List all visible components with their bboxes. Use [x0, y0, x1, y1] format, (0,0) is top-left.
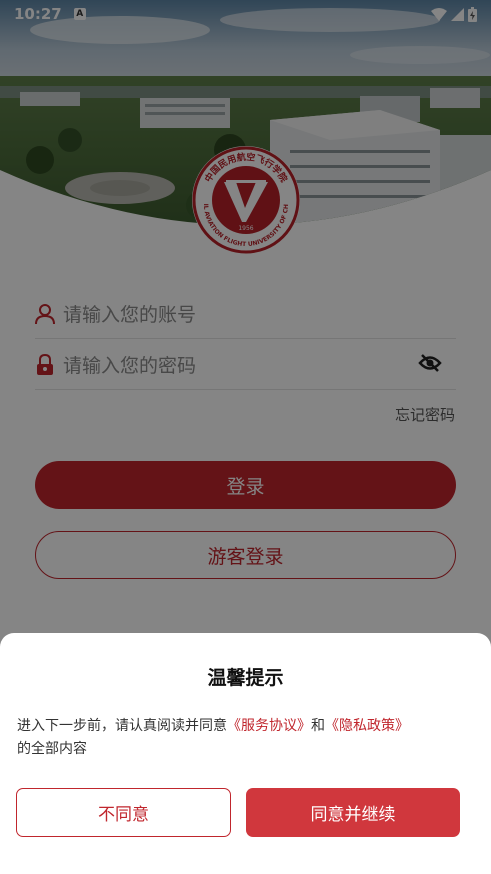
dialog-body-suffix: 的全部内容 [17, 741, 87, 757]
dialog-title: 温馨提示 [207, 667, 284, 689]
service-agreement-link[interactable]: 《服务协议》 [227, 718, 311, 734]
dialog-body-and: 和 [311, 718, 325, 734]
dialog-body-prefix: 进入下一步前，请认真阅读并同意 [17, 718, 227, 734]
dialog-message: 进入下一步前，请认真阅读并同意《服务协议》和《隐私政策》的全部内容 [17, 715, 477, 761]
privacy-dialog: 温馨提示 进入下一步前，请认真阅读并同意《服务协议》和《隐私政策》的全部内容 不… [0, 633, 491, 874]
agree-continue-button[interactable]: 同意并继续 [246, 788, 460, 837]
privacy-policy-link[interactable]: 《隐私政策》 [325, 718, 409, 734]
disagree-button[interactable]: 不同意 [16, 788, 231, 837]
